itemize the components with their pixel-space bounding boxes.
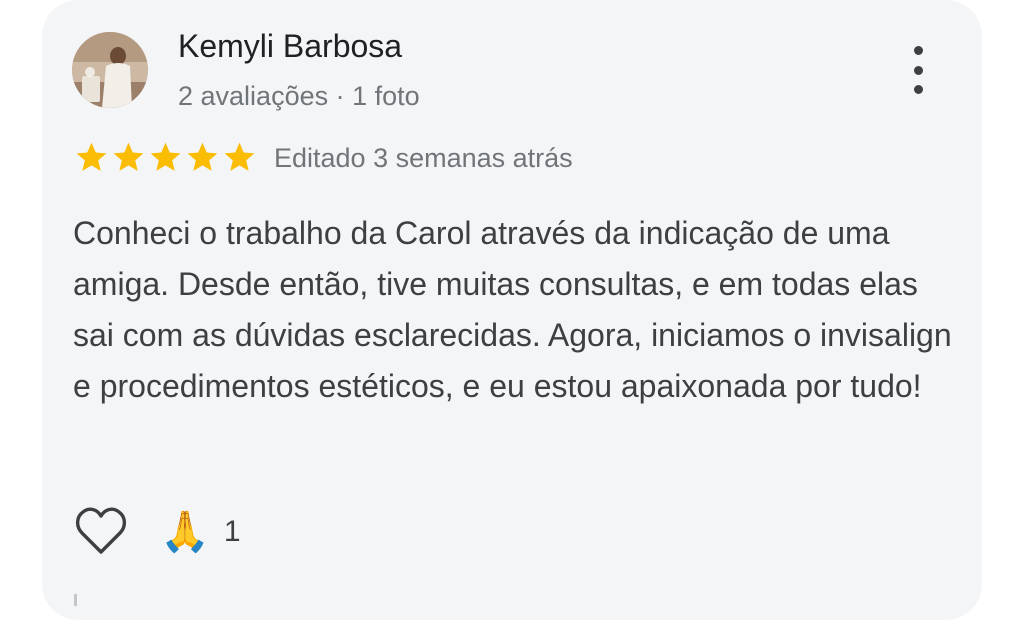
star-icon [187, 142, 218, 171]
heart-outline-icon [75, 507, 127, 554]
more-vert-icon [913, 46, 923, 55]
star-icon [113, 142, 144, 171]
divider [74, 594, 77, 606]
review-text: Conheci o trabalho da Carol através da i… [73, 215, 952, 404]
more-vert-icon-dot [913, 65, 923, 75]
star-icon [224, 142, 255, 171]
star-rating [74, 140, 257, 176]
reaction-chip[interactable]: 🙏 1 [160, 505, 241, 559]
like-button[interactable] [74, 505, 128, 557]
pray-emoji-icon: 🙏 [160, 510, 210, 554]
star-icon [76, 142, 107, 171]
author-meta: 2 avaliações · 1 foto [178, 81, 420, 111]
avatar-image [72, 32, 148, 108]
star-icon [150, 142, 181, 171]
edited-timestamp: Editado 3 semanas atrás [274, 143, 573, 173]
more-options-button[interactable] [898, 42, 938, 98]
author-name[interactable]: Kemyli Barbosa [178, 26, 402, 66]
reaction-count: 1 [223, 515, 241, 548]
more-vert-icon-dot [913, 85, 923, 94]
avatar[interactable] [72, 32, 148, 108]
